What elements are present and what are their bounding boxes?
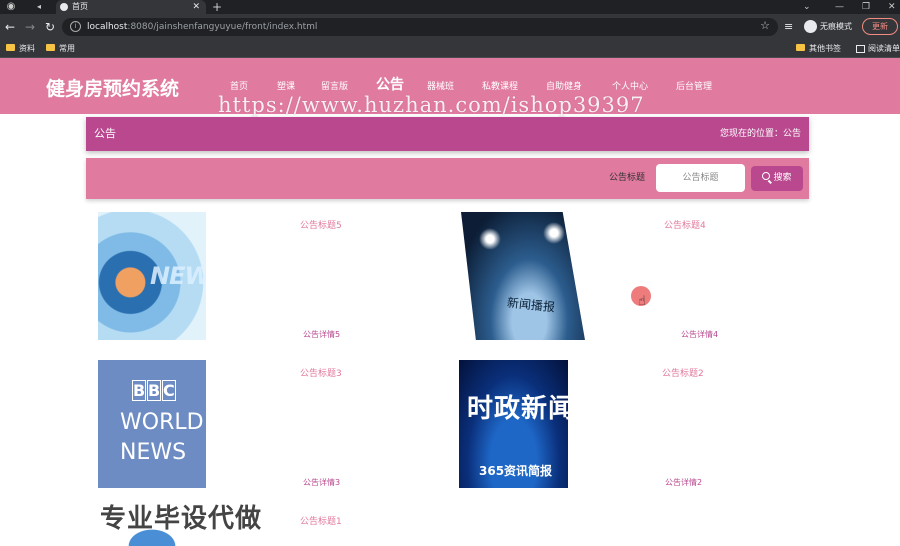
bookmark-star-icon[interactable]: ☆ (760, 19, 770, 32)
update-button[interactable]: 更新 (862, 18, 898, 35)
watermark-text: https://www.huzhan.com/ishop39397 (218, 93, 645, 117)
bbc-letter: B (147, 380, 163, 401)
bbc-letter: B (132, 380, 148, 401)
card-image[interactable]: 时政新闻 365资讯简报 (459, 360, 568, 488)
browser-tab-bar: ◉ ◂ 首页 ✕ + ⌄ — ❐ ✕ (0, 0, 900, 14)
minimize-icon[interactable]: — (835, 0, 844, 14)
bookmark-label: 其他书签 (809, 44, 841, 53)
folder-icon (6, 44, 15, 51)
folder-icon (796, 44, 805, 51)
close-window-icon[interactable]: ✕ (888, 0, 896, 14)
card-detail[interactable]: 公告详情5 (303, 329, 340, 340)
browser-tab-active[interactable]: 首页 ✕ (56, 0, 206, 14)
reading-list-icon (856, 44, 865, 53)
globe-icon[interactable]: ◉ (4, 0, 18, 14)
reading-list[interactable]: 阅读清单 (856, 40, 900, 58)
card-title[interactable]: 公告标题4 (664, 218, 706, 231)
chevron-down-icon[interactable]: ⌄ (803, 0, 811, 14)
card-image-text: NEWS (150, 262, 206, 290)
card-title[interactable]: 公告标题3 (300, 366, 342, 379)
search-icon (762, 172, 771, 180)
speaker-icon[interactable]: ◂ (32, 0, 46, 14)
url-path: :8080/jainshenfangyuyue/front/index.html (127, 22, 318, 32)
hand-cursor-icon: ☝ (638, 294, 646, 309)
card-image-text: 365资讯简报 (479, 464, 553, 478)
card-image[interactable]: 新闻播报 (461, 212, 585, 340)
incognito-icon (804, 20, 817, 33)
breadcrumb: 公告 您现在的位置：公告 (86, 117, 809, 151)
restore-icon[interactable]: ❐ (862, 0, 870, 14)
site-info-icon[interactable]: i (70, 21, 81, 32)
card-image-text: BBC (132, 380, 177, 401)
card-detail[interactable]: 公告详情4 (681, 329, 718, 340)
card-title[interactable]: 公告标题2 (662, 366, 704, 379)
page-title: 公告 (94, 127, 116, 140)
tab-close-icon[interactable]: ✕ (192, 0, 200, 14)
card-title[interactable]: 公告标题1 (300, 514, 342, 527)
nav-admin[interactable]: 后台管理 (676, 78, 712, 96)
promo-overlay-text: 专业毕设代做 (100, 504, 263, 534)
card-title[interactable]: 公告标题5 (300, 218, 342, 231)
breadcrumb-location: 您现在的位置：公告 (719, 129, 801, 139)
card-image-text: WORLD NEWS (120, 410, 204, 465)
new-tab-icon[interactable]: + (210, 0, 224, 14)
bookmark-folder[interactable]: 常用 (46, 40, 75, 58)
bookmarks-bar: 资料 常用 其他书签 阅读清单 (0, 40, 900, 58)
search-label: 公告标题 (609, 173, 646, 183)
address-bar[interactable]: i localhost:8080/jainshenfangyuyue/front… (62, 18, 778, 36)
spotlight-icon (479, 228, 501, 250)
bbc-letter: C (162, 380, 177, 401)
incognito-label: 无痕模式 (820, 22, 852, 31)
search-input[interactable] (656, 164, 745, 192)
search-button-label: 搜索 (773, 173, 792, 183)
site-title: 健身房预约系统 (46, 78, 180, 100)
card-image[interactable]: NEWS (98, 212, 206, 340)
url-host: localhost (87, 22, 128, 32)
folder-icon (46, 44, 55, 51)
back-arrow-icon[interactable]: ← (3, 19, 17, 35)
tab-favicon-icon (60, 3, 68, 11)
card-detail[interactable]: 公告详情2 (665, 477, 702, 488)
media-queue-icon[interactable]: ≡ (784, 18, 793, 36)
bookmark-label: 阅读清单 (868, 44, 900, 53)
bookmark-label: 资料 (19, 44, 35, 53)
browser-toolbar: ← → ↻ i localhost:8080/jainshenfangyuyue… (0, 14, 900, 40)
forward-arrow-icon[interactable]: → (23, 19, 37, 35)
card-detail[interactable]: 公告详情3 (303, 477, 340, 488)
update-label: 更新 (872, 22, 888, 31)
search-button[interactable]: 搜索 (751, 166, 803, 191)
bookmark-folder[interactable]: 资料 (6, 40, 35, 58)
reload-icon[interactable]: ↻ (43, 19, 57, 35)
address-url[interactable]: localhost:8080/jainshenfangyuyue/front/i… (87, 18, 317, 36)
spotlight-icon (543, 222, 565, 244)
incognito-indicator[interactable]: 无痕模式 (804, 18, 852, 36)
card-image-text: 时政新闻 (467, 394, 568, 424)
bookmark-label: 常用 (59, 44, 75, 53)
card-image[interactable]: BBC WORLD NEWS (98, 360, 206, 488)
card-image-text: 新闻播报 (506, 295, 556, 315)
search-bar: 公告标题 搜索 (86, 158, 809, 199)
nav-announcements[interactable]: 公告 (376, 76, 404, 94)
bookmark-folder-other[interactable]: 其他书签 (796, 40, 841, 58)
tab-title: 首页 (72, 2, 88, 11)
